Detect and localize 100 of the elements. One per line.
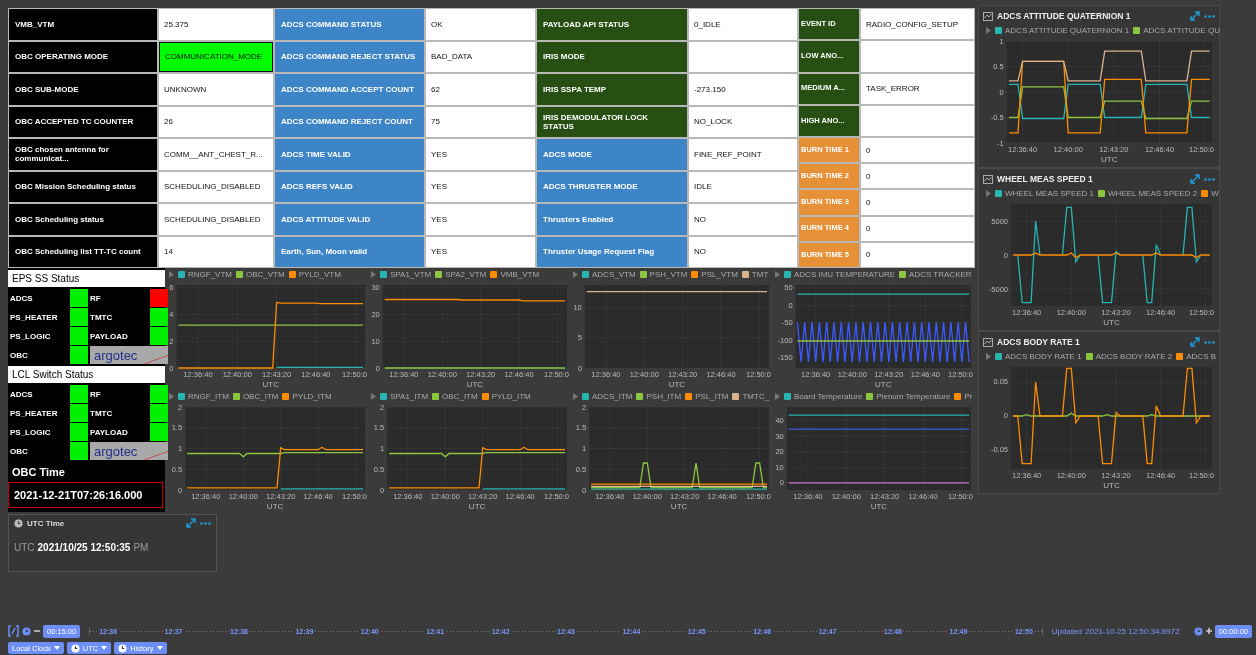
legend-label: OBC_ITM: [242, 392, 279, 401]
table-value: UNKNOWN: [159, 74, 273, 105]
legend-label: RNGF_ITM: [188, 392, 229, 401]
legend-label: SPA1_ITM: [390, 392, 429, 401]
more-icon[interactable]: [1204, 14, 1215, 18]
axis-title: UTC: [668, 380, 686, 389]
table-label: PAYLOAD API STATUS: [537, 9, 687, 40]
chart-title: ADCS ATTITUDE QUATERNION 1: [997, 11, 1132, 21]
legend-label: WHEEL MEAS SPEED 2: [1108, 189, 1198, 198]
table-label: ADCS COMMAND REJECT STATUS: [275, 41, 424, 72]
table-label: ADCS MODE: [537, 139, 687, 170]
plus-icon[interactable]: [1205, 628, 1212, 634]
legend-label: Board Temperature: [794, 392, 863, 401]
table-label: OBC Scheduling list TT-TC count: [9, 236, 157, 267]
triangle-icon[interactable]: [371, 271, 376, 278]
table-value: SCHEDULING_DISABLED: [159, 204, 273, 235]
table-label: ADCS ATTITUDE VALID: [275, 204, 424, 235]
legend-label: WHEEL MEAS SPEED 1: [1005, 189, 1095, 198]
time-zone: UTC: [14, 542, 35, 553]
table-label: IRIS SSPA TEMP: [537, 74, 687, 105]
status-label: RF: [90, 292, 102, 305]
legend-label: ADCS IMU TEMPERATURE: [794, 270, 896, 279]
triangle-icon[interactable]: [169, 271, 174, 278]
table-value: 0_IDLE: [689, 9, 797, 40]
legend-label: PYLD_ITM: [292, 392, 332, 401]
table-label: OBC OPERATING MODE: [9, 41, 157, 72]
expand-icon[interactable]: [1190, 11, 1200, 21]
axis-title: UTC: [262, 380, 279, 389]
table-value: BAD_DATA: [426, 41, 535, 72]
status-label: ADCS: [10, 292, 34, 305]
legend-label: ADCS ATTITUDE QUATERNION 1: [1005, 26, 1130, 35]
more-icon[interactable]: [1204, 177, 1215, 181]
table-value: FINE_REF_POINT: [689, 139, 797, 170]
table-value: 0: [861, 164, 974, 189]
axis-title: UTC: [468, 502, 486, 511]
expand-icon[interactable]: [1190, 337, 1200, 347]
table-value: COMMUNICATION_MODE: [159, 41, 273, 72]
table-value: 75: [426, 106, 535, 137]
legend-label: TMT: [751, 270, 769, 279]
table-label: Thruster Usage Request Flag: [537, 236, 687, 267]
status-label: PS_LOGIC: [10, 330, 52, 343]
triangle-icon[interactable]: [775, 271, 780, 278]
legend-label: OBC_ITM: [442, 392, 478, 401]
chart-icon: [983, 174, 993, 184]
table-value: COMM__ANT_CHEST_R...: [159, 139, 273, 170]
status-label: PAYLOAD: [90, 330, 129, 343]
logo: argotec: [90, 442, 168, 460]
status-label: PS_LOGIC: [10, 426, 52, 439]
table-label: ADCS THRUSTER MODE: [537, 171, 687, 202]
table-value: -273.150: [689, 74, 797, 105]
triangle-icon[interactable]: [775, 393, 780, 400]
table-label: ADCS REFS VALID: [275, 171, 424, 202]
table-value: 0: [861, 216, 974, 241]
table-label: OBC ACCEPTED TC COUNTER: [9, 106, 157, 137]
legend-label: SPA2_VTM: [445, 270, 487, 279]
triangle-icon[interactable]: [169, 393, 174, 400]
table-value: 62: [426, 74, 535, 105]
table-value: IDLE: [689, 171, 797, 202]
triangle-icon[interactable]: [986, 190, 991, 197]
table-value: 0: [861, 242, 974, 267]
triangle-icon[interactable]: [986, 353, 991, 360]
date-time: 2021/10/25 12:50:35: [37, 542, 131, 553]
widget-title: UTC Time: [27, 518, 66, 528]
expand-icon[interactable]: [186, 518, 196, 528]
updated-time: 2021-10-25 12:50:34.897Z: [1085, 626, 1180, 636]
table-value: 0: [861, 190, 974, 215]
triangle-icon[interactable]: [371, 393, 376, 400]
axis-title: UTC: [1103, 318, 1120, 327]
caret-icon: [156, 646, 163, 650]
chart-title: ADCS BODY RATE 1: [997, 337, 1081, 347]
more-icon[interactable]: [1204, 340, 1215, 344]
table-value: SCHEDULING_DISABLED: [159, 171, 273, 202]
table-label: VMB_VTM: [9, 9, 157, 40]
updated-label: Updated: [1051, 626, 1083, 636]
triangle-icon[interactable]: [573, 393, 578, 400]
clock-icon: [14, 518, 23, 528]
legend-label: PYLD_ITM: [491, 392, 531, 401]
table-label: IRIS DEMODULATOR LOCK STATUS: [537, 106, 687, 137]
axis-title: UTC: [875, 380, 892, 389]
caret-icon: [101, 646, 108, 650]
status-label: PS_HEATER: [10, 407, 59, 420]
more-icon[interactable]: [200, 521, 211, 525]
expand-icon[interactable]: [1190, 174, 1200, 184]
legend-label: ADCS BODY RATE 1: [1005, 352, 1082, 361]
status-label: PS_HEATER: [10, 311, 59, 324]
chart-icon: [983, 11, 993, 21]
logo: argotec: [90, 346, 168, 364]
table-value: RADIO_CONFIG_SETUP: [861, 9, 974, 40]
table-label: ADCS COMMAND REJECT COUNT: [275, 106, 424, 137]
table-value: YES: [426, 139, 535, 170]
clock-icon: [22, 626, 31, 636]
triangle-icon[interactable]: [986, 27, 991, 34]
table-value: NO: [689, 204, 797, 235]
axis-title: UTC: [466, 380, 484, 389]
legend-label: PSL_ITM: [695, 392, 729, 401]
axis-title: UTC: [670, 502, 688, 511]
table-label: ADCS TIME VALID: [275, 139, 424, 170]
triangle-icon[interactable]: [573, 271, 578, 278]
table-label: OBC Scheduling status: [9, 204, 157, 235]
bracket-icon[interactable]: [8, 625, 19, 637]
